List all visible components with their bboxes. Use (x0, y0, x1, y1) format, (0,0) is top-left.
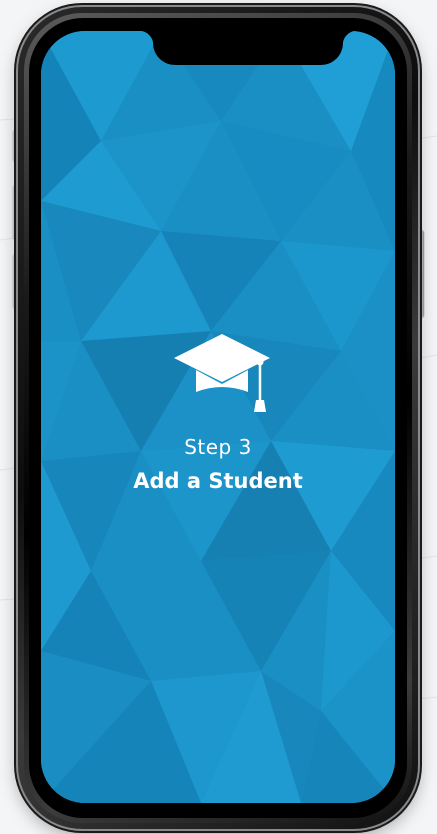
phone-screen[interactable]: Step 3 Add a Student (41, 31, 395, 803)
graduation-cap-icon (174, 334, 270, 412)
mockup-stage: Step 3 Add a Student (0, 0, 437, 834)
notch (139, 31, 357, 65)
low-poly-background (41, 31, 395, 803)
step-label: Step 3 (184, 435, 252, 459)
phone-frame: Step 3 Add a Student (18, 7, 418, 829)
step-title: Add a Student (133, 469, 303, 493)
